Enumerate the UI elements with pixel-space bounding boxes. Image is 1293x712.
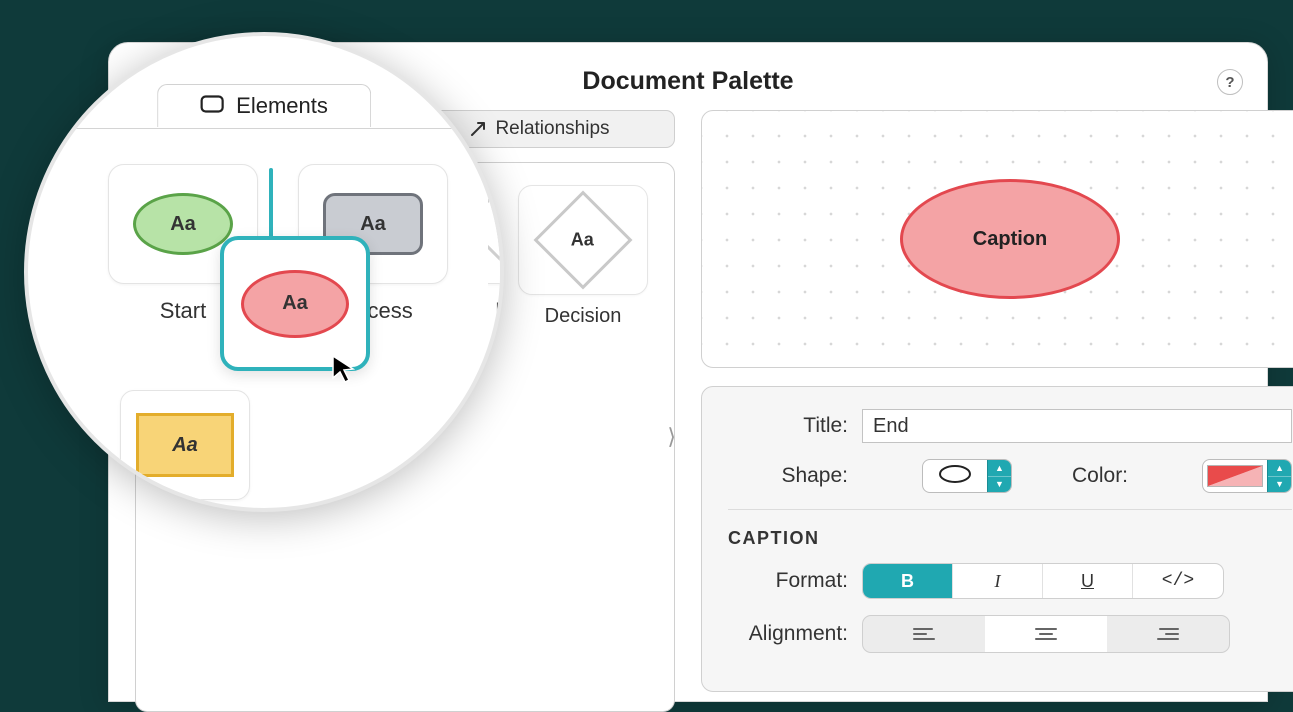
mag-element-note[interactable]: Aa [120,390,250,500]
inspector-divider [728,509,1292,510]
align-center-button[interactable] [985,616,1107,652]
decision-shape-icon: Aa [534,191,633,290]
element-preview: Caption [701,110,1293,368]
align-left-button[interactable] [863,616,985,652]
title-input[interactable] [862,409,1292,443]
format-segmented: B I U </> [862,563,1224,599]
cursor-icon [331,354,357,389]
format-label: Format: [728,569,848,593]
shape-picker[interactable]: ▲▼ [922,459,1012,493]
align-center-icon [1035,628,1057,640]
pane-resize-handle[interactable]: ⟩ [667,424,676,450]
align-right-icon [1157,628,1179,640]
dragging-element-end[interactable]: Aa [220,236,370,371]
element-decision[interactable]: Aa Decision [518,185,648,328]
inspector-panel: Title: Shape: ▲▼ Color: [701,386,1293,692]
tab-relationships-label: Relationships [495,118,609,140]
preview-caption: Caption [973,228,1047,251]
shape-stepper[interactable]: ▲▼ [987,460,1011,492]
end-shape-icon: Aa [241,270,349,338]
element-decision-label: Decision [545,305,622,328]
color-picker[interactable]: ▲▼ [1202,459,1292,493]
caption-section-heading: CAPTION [728,528,1292,549]
ellipse-icon [938,464,972,489]
magnifier-overlay: Elements Aa Start Aa Process Decn [24,32,504,512]
format-code-button[interactable]: </> [1133,564,1223,598]
title-label: Title: [728,414,848,438]
color-swatch-icon [1207,465,1263,487]
mag-tab-elements: Elements [157,84,371,127]
help-button[interactable]: ? [1217,69,1243,95]
format-italic-button[interactable]: I [953,564,1043,598]
right-pane: Caption Title: Shape: [701,110,1293,712]
alignment-segmented [862,615,1230,653]
rectangle-icon [200,93,224,119]
preview-shape[interactable]: Caption [900,179,1120,299]
help-icon: ? [1225,74,1234,91]
color-stepper[interactable]: ▲▼ [1267,460,1291,492]
drag-indicator-line [269,168,273,240]
start-shape-icon: Aa [133,193,233,255]
format-bold-button[interactable]: B [863,564,953,598]
note-shape-icon: Aa [136,413,234,477]
mag-separator [28,128,500,129]
window-title: Document Palette [582,67,793,95]
color-label: Color: [1072,464,1128,488]
align-right-button[interactable] [1107,616,1229,652]
shape-label: Shape: [728,464,848,488]
arrow-ne-icon [469,120,487,138]
align-left-icon [913,628,935,640]
alignment-label: Alignment: [728,622,848,646]
format-underline-button[interactable]: U [1043,564,1133,598]
